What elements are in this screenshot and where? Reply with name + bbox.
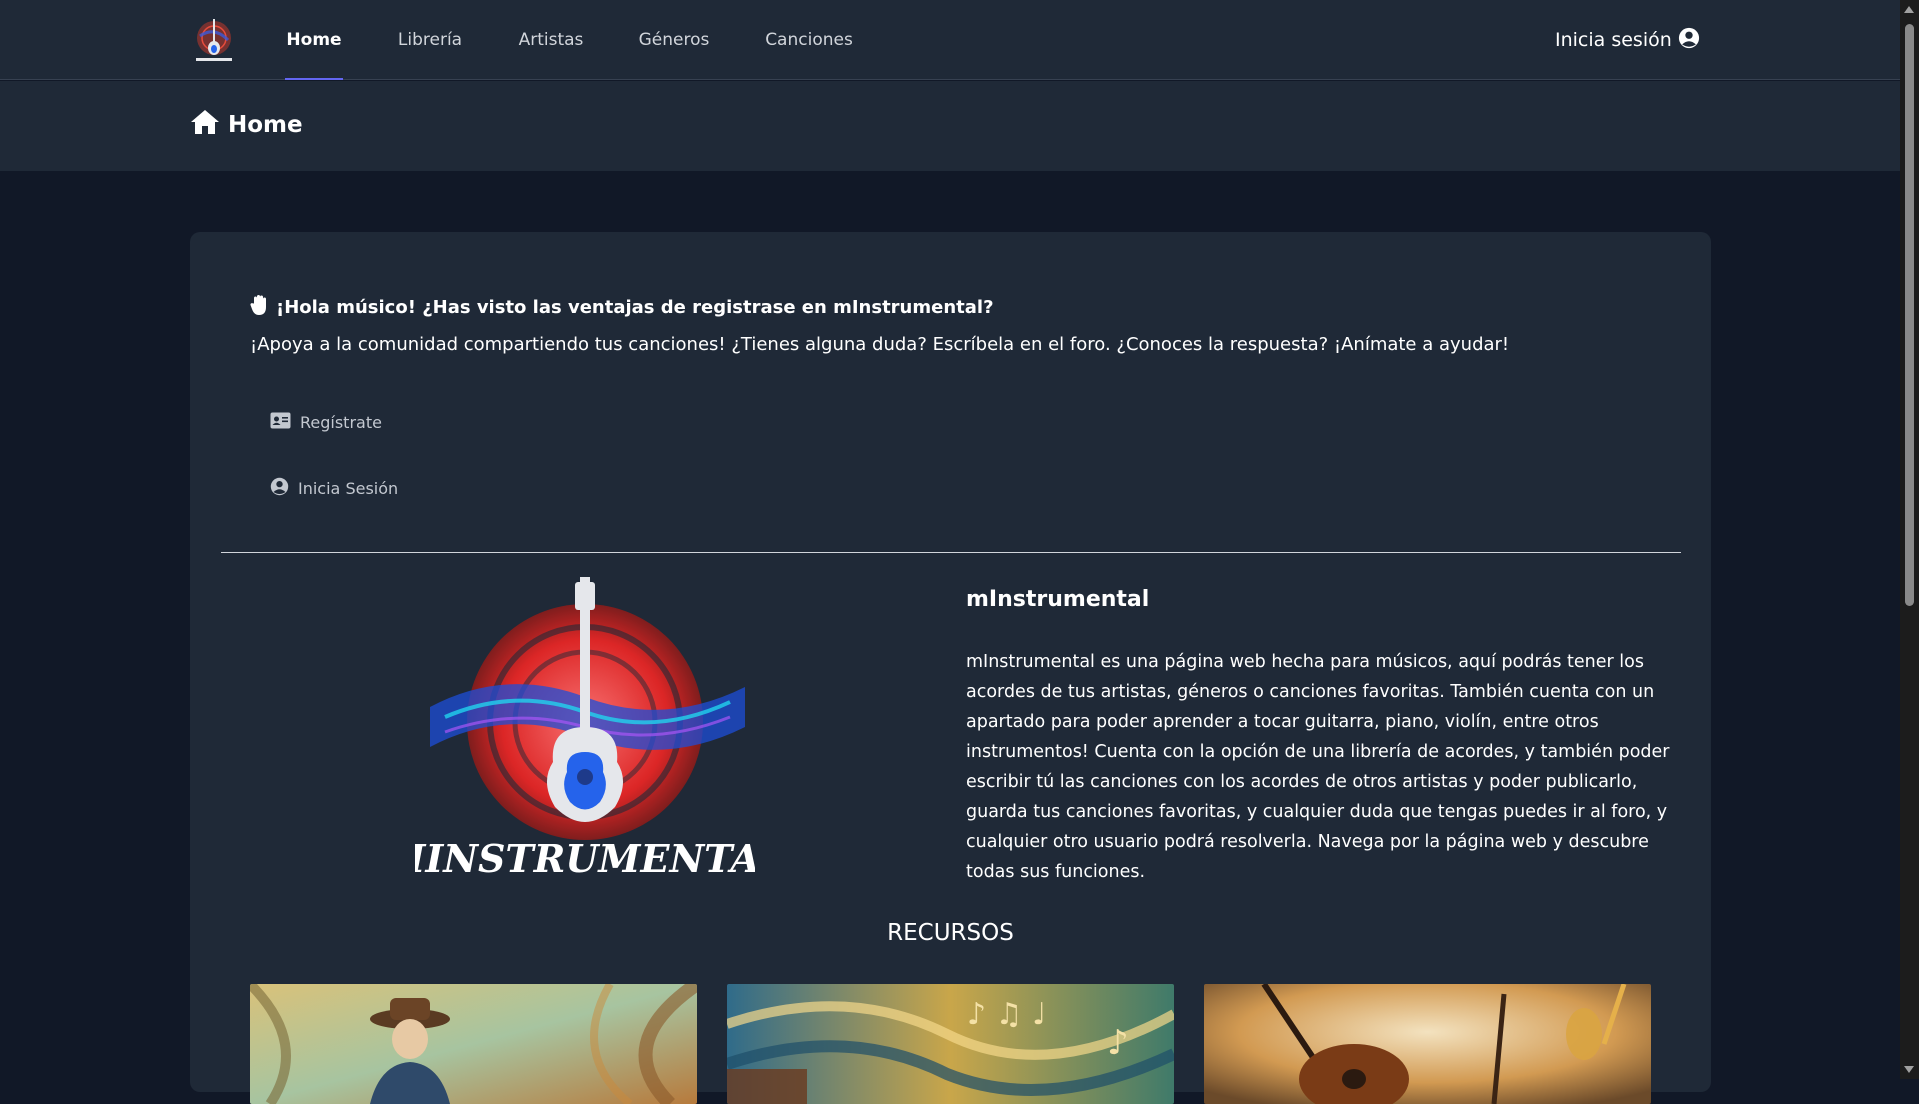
register-link[interactable]: Regístrate bbox=[270, 412, 382, 433]
nav-libreria[interactable]: Librería bbox=[396, 0, 464, 80]
home-icon bbox=[190, 109, 220, 141]
hand-icon bbox=[250, 294, 270, 321]
login-link[interactable]: Inicia Sesión bbox=[270, 477, 398, 500]
minstrumental-logo: MINSTRUMENTAL bbox=[381, 577, 787, 887]
nav-generos[interactable]: Géneros bbox=[637, 0, 711, 80]
nav-canciones[interactable]: Canciones bbox=[763, 0, 855, 80]
user-circle-icon bbox=[270, 477, 289, 500]
svg-text:♪ ♫ ♩: ♪ ♫ ♩ bbox=[967, 997, 1046, 1032]
main-card: ¡Hola músico! ¿Has visto las ventajas de… bbox=[190, 232, 1711, 1104]
welcome-subtext: ¡Apoya a la comunidad compartiendo tus c… bbox=[250, 334, 1510, 355]
about-description: mInstrumental es una página web hecha pa… bbox=[966, 652, 1670, 882]
login-label: Inicia Sesión bbox=[298, 479, 399, 498]
scroll-thumb[interactable] bbox=[1905, 24, 1914, 606]
resources-title: RECURSOS bbox=[887, 920, 1014, 946]
user-circle-icon bbox=[1678, 27, 1700, 54]
scroll-up-icon[interactable] bbox=[1904, 6, 1914, 13]
brand-logo[interactable] bbox=[190, 16, 238, 64]
register-label: Regístrate bbox=[300, 413, 382, 432]
page-title-text: Home bbox=[228, 112, 303, 138]
logo-text: MINSTRUMENTAL bbox=[415, 836, 755, 881]
nav-home[interactable]: Home bbox=[285, 0, 343, 80]
scroll-down-icon[interactable] bbox=[1904, 1066, 1914, 1073]
login-label: Inicia sesión bbox=[1555, 29, 1672, 51]
resource-image-1[interactable] bbox=[250, 984, 697, 1104]
welcome-heading-text: ¡Hola músico! ¿Has visto las ventajas de… bbox=[276, 297, 994, 318]
welcome-heading: ¡Hola músico! ¿Has visto las ventajas de… bbox=[250, 294, 994, 321]
top-navbar: Home Librería Artistas Géneros Canciones… bbox=[0, 0, 1900, 80]
page-header: Home bbox=[0, 81, 1900, 171]
nav-artistas[interactable]: Artistas bbox=[517, 0, 585, 80]
svg-text:♪: ♪ bbox=[1107, 1023, 1129, 1063]
resource-image-3[interactable] bbox=[1204, 984, 1651, 1104]
page-title: Home bbox=[190, 109, 303, 141]
resource-image-2[interactable]: ♪ ♫ ♩ ♪ bbox=[727, 984, 1174, 1104]
id-card-icon bbox=[270, 412, 291, 433]
about-title: mInstrumental bbox=[966, 587, 1150, 612]
page-scrollbar[interactable] bbox=[1900, 0, 1919, 1079]
login-button[interactable]: Inicia sesión bbox=[1555, 26, 1700, 54]
section-divider bbox=[221, 552, 1681, 553]
